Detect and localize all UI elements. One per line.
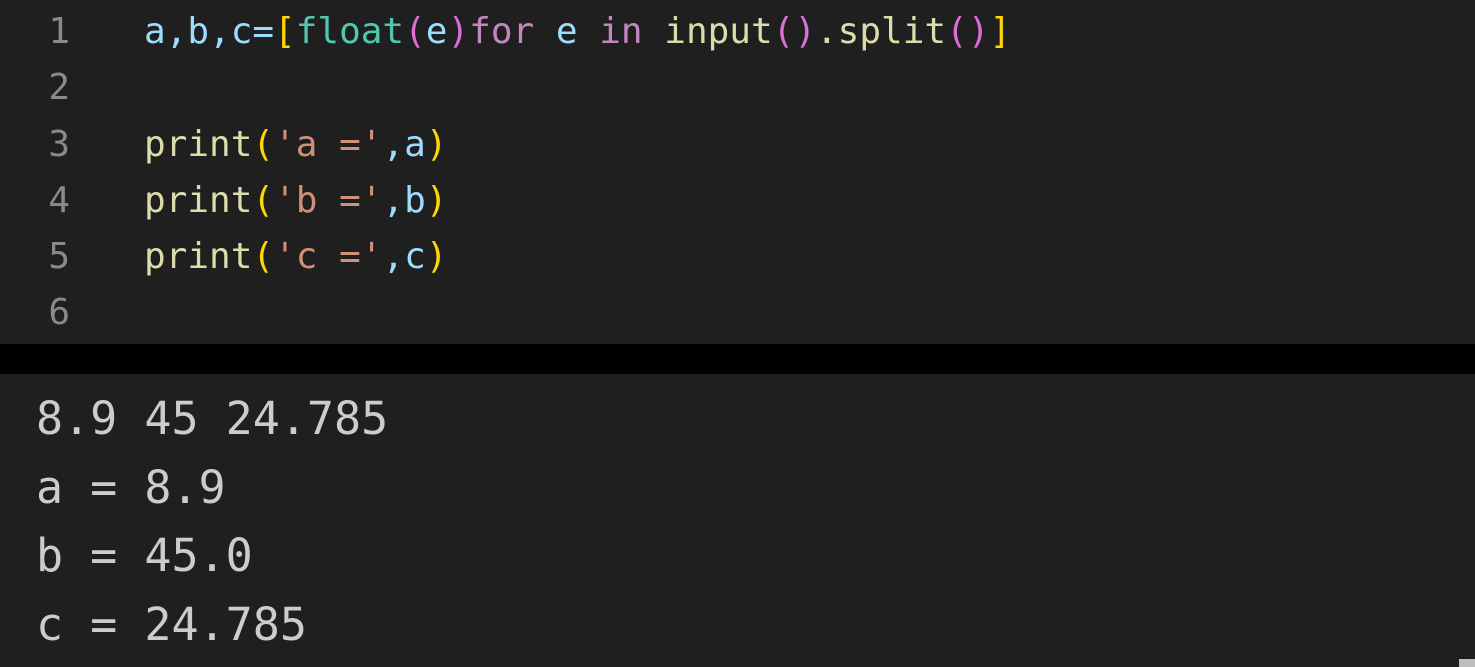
code-editor[interactable]: 1 a,b,c=[float(e)for e in input().split()… — [0, 0, 1475, 344]
code-token: ( — [252, 236, 275, 277]
code-token: ( — [252, 124, 275, 165]
code-text: a,b,c=[float(e)for e in input().split()] — [144, 4, 1011, 60]
code-text: print('c =',c) — [144, 229, 447, 285]
code-token: e — [425, 11, 448, 52]
terminal-line: 8.9 45 24.785 — [36, 392, 389, 445]
terminal-line: a = 8.9 — [36, 461, 226, 514]
code-token: a,b,c= — [144, 11, 275, 52]
code-token: 'b =' — [274, 180, 383, 221]
code-token: 'c =' — [274, 236, 383, 277]
code-token: 'a =' — [274, 124, 383, 165]
code-token: () — [946, 11, 990, 52]
code-token: ,b — [382, 180, 426, 221]
terminal-line: c = 24.785 — [36, 598, 307, 651]
code-token: .split — [816, 11, 947, 52]
code-token: ) — [425, 124, 448, 165]
code-text: print('a =',a) — [144, 117, 447, 173]
code-line[interactable]: 1 a,b,c=[float(e)for e in input().split()… — [0, 4, 1475, 60]
code-token: ] — [989, 11, 1012, 52]
code-token: ) — [425, 236, 448, 277]
line-number: 3 — [48, 124, 70, 165]
terminal-line: b = 45.0 — [36, 529, 253, 582]
code-token: input — [642, 11, 773, 52]
code-token: ,a — [382, 124, 426, 165]
code-token: [ — [274, 11, 296, 52]
code-token: ( — [252, 180, 275, 221]
code-token: ,c — [382, 236, 426, 277]
line-number: 1 — [48, 11, 70, 52]
code-token: ( — [404, 11, 426, 52]
code-token: ) — [425, 180, 448, 221]
code-token: () — [772, 11, 816, 52]
code-token: print — [144, 124, 253, 165]
code-line[interactable]: 2 — [0, 60, 1475, 116]
code-token: e — [534, 11, 600, 52]
line-number: 5 — [48, 236, 70, 277]
panel-divider[interactable] — [0, 344, 1475, 374]
code-token: ) — [447, 11, 470, 52]
code-line[interactable]: 6 — [0, 285, 1475, 341]
line-number: 6 — [48, 292, 70, 333]
line-number: 4 — [48, 180, 70, 221]
scrollbar-thumb[interactable] — [1459, 659, 1475, 667]
terminal-output[interactable]: 8.9 45 24.785 a = 8.9 b = 45.0 c = 24.785 — [0, 374, 1475, 667]
code-token: float — [295, 11, 405, 52]
code-token: print — [144, 180, 253, 221]
code-token: in — [599, 11, 643, 52]
code-text: print('b =',b) — [144, 173, 447, 229]
code-line[interactable]: 3 print('a =',a) — [0, 117, 1475, 173]
code-token: for — [469, 11, 535, 52]
code-line[interactable]: 4 print('b =',b) — [0, 173, 1475, 229]
line-number: 2 — [48, 67, 70, 108]
code-token: print — [144, 236, 253, 277]
code-line[interactable]: 5 print('c =',c) — [0, 229, 1475, 285]
